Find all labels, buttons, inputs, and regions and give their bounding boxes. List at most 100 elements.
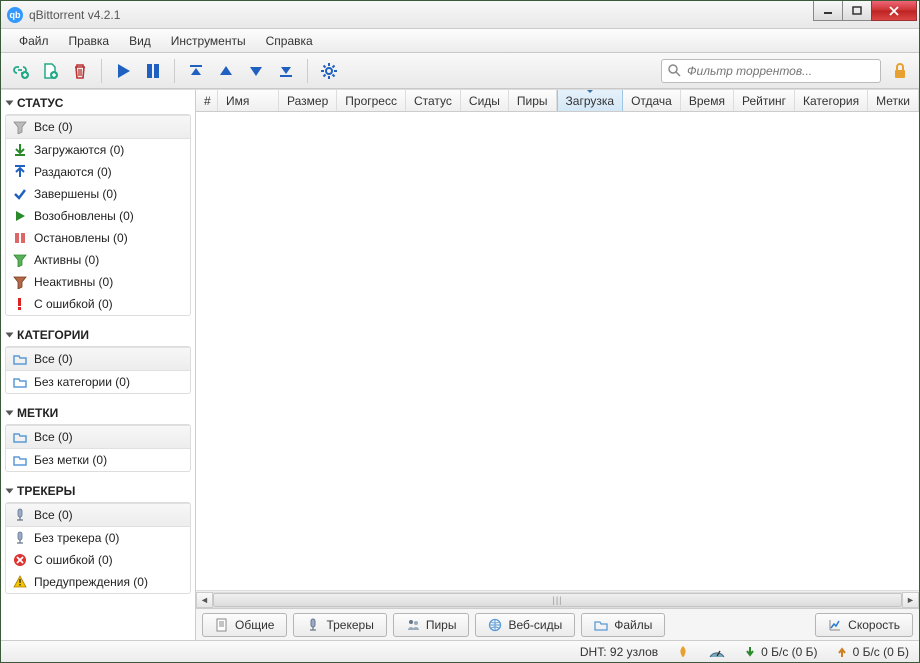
sidebar-item-label: Без метки (0) <box>34 453 107 467</box>
move-down-button[interactable] <box>245 60 267 82</box>
section-trackers-header[interactable]: ТРЕКЕРЫ <box>1 480 195 502</box>
pause-button[interactable] <box>142 60 164 82</box>
tracker-none[interactable]: Без трекера (0) <box>6 527 190 549</box>
tab-trackers[interactable]: Трекеры <box>293 613 386 637</box>
menu-view[interactable]: Вид <box>119 31 161 51</box>
settings-button[interactable] <box>318 60 340 82</box>
funnel-icon <box>12 119 28 135</box>
col-status[interactable]: Статус <box>406 90 461 111</box>
status-download[interactable]: 0 Б/с (0 Б) <box>744 645 817 659</box>
body-area: СТАТУС Все (0) Загружаются (0) Раздаются… <box>1 89 919 640</box>
tab-general[interactable]: Общие <box>202 613 287 637</box>
folder-icon <box>12 351 28 367</box>
search-icon <box>668 64 681 77</box>
status-dht-label: DHT: 92 узлов <box>580 645 658 659</box>
status-download-label: 0 Б/с (0 Б) <box>761 645 817 659</box>
section-title: КАТЕГОРИИ <box>17 328 89 342</box>
sidebar-item-label: Активны (0) <box>34 253 99 267</box>
col-peers[interactable]: Пиры <box>509 90 557 111</box>
tracker-error[interactable]: С ошибкой (0) <box>6 549 190 571</box>
tab-content[interactable]: Файлы <box>581 613 665 637</box>
tag-none[interactable]: Без метки (0) <box>6 449 190 471</box>
add-link-button[interactable] <box>9 60 31 82</box>
menu-tools[interactable]: Инструменты <box>161 31 256 51</box>
move-up-button[interactable] <box>215 60 237 82</box>
filter-resumed[interactable]: Возобновлены (0) <box>6 205 190 227</box>
status-firewall[interactable] <box>676 645 690 659</box>
filter-completed[interactable]: Завершены (0) <box>6 183 190 205</box>
status-alt-speed[interactable] <box>708 646 726 658</box>
sidebar-item-label: Загружаются (0) <box>34 143 124 157</box>
server-icon <box>306 618 320 632</box>
tag-all[interactable]: Все (0) <box>6 425 190 449</box>
add-file-button[interactable] <box>39 60 61 82</box>
status-dht[interactable]: DHT: 92 узлов <box>580 645 658 659</box>
section-categories-header[interactable]: КАТЕГОРИИ <box>1 324 195 346</box>
tab-peers[interactable]: Пиры <box>393 613 470 637</box>
filter-input[interactable] <box>687 64 874 78</box>
col-progress[interactable]: Прогресс <box>337 90 406 111</box>
filter-paused[interactable]: Остановлены (0) <box>6 227 190 249</box>
col-size[interactable]: Размер <box>279 90 337 111</box>
filter-inactive[interactable]: Неактивны (0) <box>6 271 190 293</box>
move-top-button[interactable] <box>185 60 207 82</box>
flame-icon <box>676 645 690 659</box>
status-upload[interactable]: 0 Б/с (0 Б) <box>836 645 909 659</box>
col-tags[interactable]: Метки <box>868 90 919 111</box>
minimize-button[interactable] <box>813 1 843 21</box>
category-none[interactable]: Без категории (0) <box>6 371 190 393</box>
window-controls <box>814 1 917 21</box>
scroll-thumb[interactable]: ||| <box>213 593 902 607</box>
col-name[interactable]: Имя <box>218 90 279 111</box>
horizontal-scrollbar[interactable]: ◄ ||| ► <box>196 590 919 608</box>
caret-icon <box>6 333 14 338</box>
server-icon <box>12 530 28 546</box>
col-rating[interactable]: Рейтинг <box>734 90 795 111</box>
sidebar-item-label: Все (0) <box>34 508 73 522</box>
delete-button[interactable] <box>69 60 91 82</box>
sidebar-item-label: Предупреждения (0) <box>34 575 148 589</box>
col-download[interactable]: Загрузка <box>557 90 624 111</box>
tab-speed[interactable]: Скорость <box>815 613 913 637</box>
sidebar-item-label: Неактивны (0) <box>34 275 113 289</box>
menu-edit[interactable]: Правка <box>59 31 120 51</box>
sidebar-item-label: Без трекера (0) <box>34 531 119 545</box>
filter-errored[interactable]: С ошибкой (0) <box>6 293 190 315</box>
col-upload[interactable]: Отдача <box>623 90 681 111</box>
scroll-track[interactable]: ||| <box>213 592 902 608</box>
col-category[interactable]: Категория <box>795 90 868 111</box>
menu-file[interactable]: Файл <box>9 31 59 51</box>
col-seeds[interactable]: Сиды <box>461 90 509 111</box>
toolbar-separator <box>101 59 102 83</box>
tags-group: Все (0) Без метки (0) <box>5 424 191 472</box>
col-eta[interactable]: Время <box>681 90 734 111</box>
col-num[interactable]: # <box>196 90 218 111</box>
move-bottom-button[interactable] <box>275 60 297 82</box>
sidebar-item-label: Без категории (0) <box>34 375 130 389</box>
play-icon <box>12 208 28 224</box>
tracker-warning[interactable]: Предупреждения (0) <box>6 571 190 593</box>
lock-button[interactable] <box>889 60 911 82</box>
filter-downloading[interactable]: Загружаются (0) <box>6 139 190 161</box>
caret-icon <box>6 101 14 106</box>
tab-label: Общие <box>235 618 274 632</box>
menu-help[interactable]: Справка <box>256 31 323 51</box>
tab-http-sources[interactable]: Веб-сиды <box>475 613 575 637</box>
scroll-right-button[interactable]: ► <box>902 592 919 608</box>
tracker-all[interactable]: Все (0) <box>6 503 190 527</box>
filter-active[interactable]: Активны (0) <box>6 249 190 271</box>
folder-icon <box>594 618 608 632</box>
sidebar-item-label: С ошибкой (0) <box>34 553 113 567</box>
filter-seeding[interactable]: Раздаются (0) <box>6 161 190 183</box>
category-all[interactable]: Все (0) <box>6 347 190 371</box>
scroll-left-button[interactable]: ◄ <box>196 592 213 608</box>
maximize-button[interactable] <box>842 1 872 21</box>
warning-icon <box>12 574 28 590</box>
resume-button[interactable] <box>112 60 134 82</box>
folder-icon <box>12 452 28 468</box>
close-button[interactable] <box>871 1 917 21</box>
section-status-header[interactable]: СТАТУС <box>1 92 195 114</box>
section-tags-header[interactable]: МЕТКИ <box>1 402 195 424</box>
tab-label: Файлы <box>614 618 652 632</box>
filter-all[interactable]: Все (0) <box>6 115 190 139</box>
